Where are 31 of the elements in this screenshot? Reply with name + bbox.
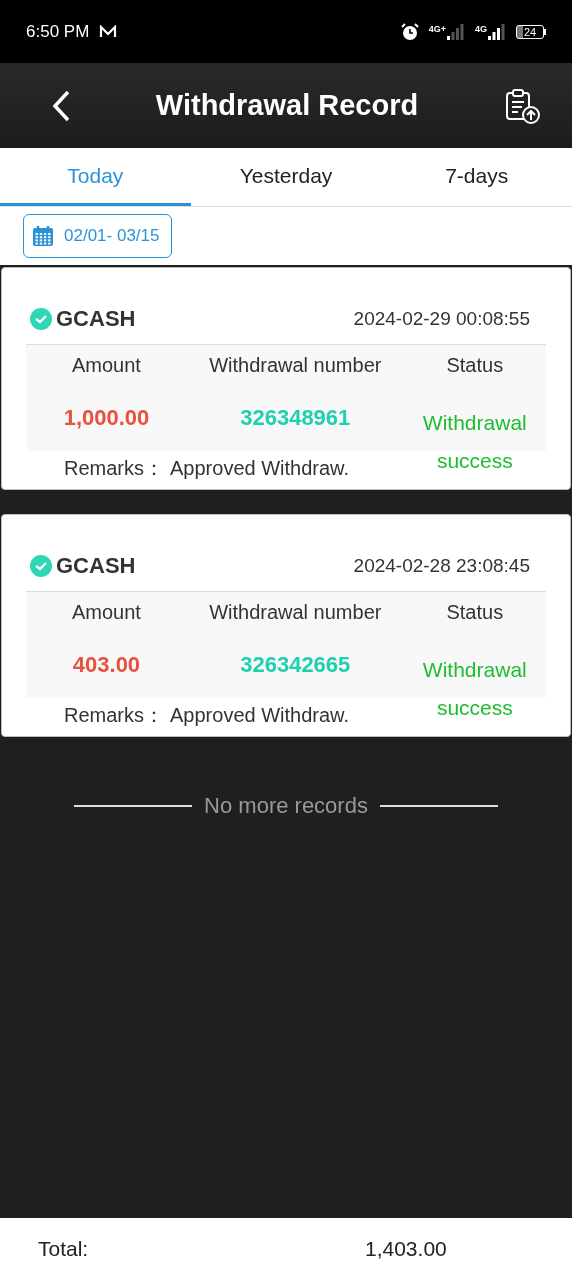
clipboard-upload-icon[interactable] <box>504 87 540 124</box>
column-header: Status <box>403 592 546 632</box>
remarks-label: Remarks： <box>64 702 164 728</box>
column-header: Withdrawal number <box>186 345 404 385</box>
calendar-icon <box>32 225 54 247</box>
page-title: Withdrawal Record <box>155 89 419 122</box>
remarks-text: Approved Withdraw. <box>170 703 349 727</box>
withdrawal-number: 326348961 <box>186 385 404 451</box>
payment-method: GCASH <box>56 306 137 332</box>
column-header: Amount <box>26 592 187 632</box>
column-header: Amount <box>26 345 187 385</box>
battery-icon: 24 <box>516 24 546 39</box>
amount-value: 1,000.00 <box>26 385 187 451</box>
clock-time: 6:50 PM <box>26 21 90 42</box>
withdrawal-number: 326342665 <box>186 632 404 698</box>
record-time: 2024-02-28 23:08:45 <box>353 555 530 577</box>
total-value: 1,403.00 <box>365 1237 447 1261</box>
payment-method: GCASH <box>56 553 137 579</box>
record-time: 2024-02-29 00:08:55 <box>353 308 530 330</box>
remarks-text: Approved Withdraw. <box>170 456 349 480</box>
mail-icon <box>99 24 118 39</box>
tab[interactable]: 7-days <box>381 148 572 206</box>
remarks-label: Remarks： <box>64 455 164 481</box>
column-header: Withdrawal number <box>186 592 404 632</box>
total-label: Total: <box>38 1237 90 1261</box>
amount-value: 403.00 <box>26 632 187 698</box>
alarm-icon <box>400 22 419 41</box>
tab[interactable]: Yesterday <box>190 148 382 206</box>
end-of-list-text: No more records <box>204 793 368 819</box>
column-header: Status <box>403 345 546 385</box>
back-icon[interactable] <box>52 89 70 122</box>
